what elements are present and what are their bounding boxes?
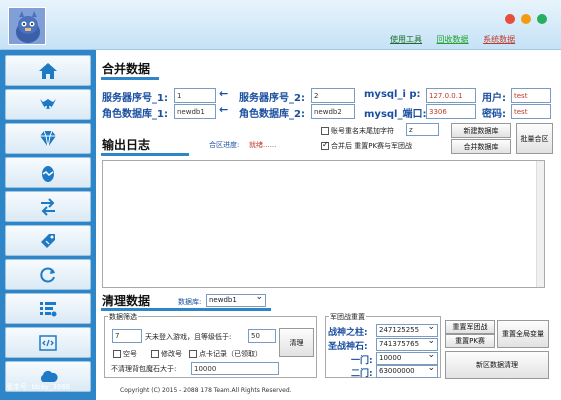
sidebar-item-diamond[interactable]	[5, 123, 91, 154]
top-links: 使用工具 回收数据 系统数据	[390, 34, 527, 45]
code-icon	[39, 334, 57, 351]
refresh-icon	[40, 267, 55, 282]
saint-value: 741375765	[379, 340, 420, 348]
suffix-input[interactable]	[406, 123, 439, 136]
sidebar-item-refresh[interactable]	[5, 259, 91, 290]
role-db-2-input[interactable]	[311, 104, 355, 119]
sidebar-item-code[interactable]	[5, 327, 91, 358]
reset-legion-button[interactable]: 重置军团战	[445, 320, 495, 334]
merge-db-button[interactable]: 合并数据库	[451, 139, 511, 154]
user-input[interactable]	[511, 88, 551, 103]
mysql-port-input[interactable]	[426, 104, 476, 119]
close-dot-icon[interactable]	[505, 14, 515, 24]
password-input[interactable]	[511, 104, 551, 119]
clean-button[interactable]: 清理	[279, 328, 314, 357]
gate2-select[interactable]: 63000000	[376, 363, 438, 378]
sidebar-item-transfer[interactable]	[5, 191, 91, 222]
reset-all-button[interactable]: 重置全局变量	[497, 320, 549, 348]
home-icon	[39, 62, 57, 79]
link-system[interactable]: 系统数据	[483, 35, 515, 44]
toggle-checkbox[interactable]	[151, 350, 159, 358]
gate2-label: 二门:	[351, 369, 373, 379]
mysql-port-label: mysql_端口:	[364, 109, 427, 120]
role-db-1-label: 角色数据库_1:	[102, 109, 168, 120]
server-no-2-input[interactable]	[311, 88, 355, 103]
role-db-2-label: 角色数据库_2:	[239, 109, 305, 120]
reset-pk-checkbox[interactable]	[321, 140, 329, 150]
egg-icon	[42, 165, 54, 182]
progress-label: 合区进度:	[209, 141, 240, 149]
empty-label: 空号	[123, 350, 137, 358]
mysql-ip-input[interactable]	[426, 88, 476, 103]
reset-pk-button[interactable]: 重置PK赛	[445, 334, 495, 348]
war-pillar-label: 战神之柱:	[328, 328, 368, 338]
war-pillar-value: 247125255	[379, 326, 420, 334]
log-section-title: 输出日志	[102, 138, 151, 152]
arrow-left-icon: ←	[219, 87, 229, 100]
log-title-underline	[101, 153, 189, 156]
new-db-button[interactable]: 新建数据库	[451, 123, 511, 138]
log-output[interactable]	[102, 160, 545, 288]
arrow-left-icon: ←	[219, 103, 229, 116]
minimize-dot-icon[interactable]	[521, 14, 531, 24]
tag-icon	[41, 233, 55, 248]
diamond-icon	[40, 130, 56, 147]
gate1-value: 10000	[379, 354, 402, 362]
link-recycle[interactable]: 回收数据	[437, 35, 469, 44]
batch-merge-button[interactable]: 批量合区	[516, 123, 553, 154]
sidebar-item-home[interactable]	[5, 55, 91, 86]
new-zone-clean-button[interactable]: 新区数据清理	[445, 351, 549, 379]
db-select-value: newdb1	[209, 296, 237, 304]
password-label: 密码:	[482, 109, 506, 120]
user-label: 用户:	[482, 93, 506, 104]
toggle-label: 修改号	[161, 350, 182, 358]
sidebar-item-list-settings[interactable]	[5, 293, 91, 324]
bag-input[interactable]	[191, 362, 279, 375]
sidebar-item-helmet[interactable]	[5, 89, 91, 120]
role-db-1-input[interactable]	[174, 104, 216, 119]
clean-section-title: 清理数据	[102, 294, 151, 308]
db-select[interactable]: newdb1	[206, 292, 266, 307]
progress-status: 就绪......	[249, 141, 277, 149]
version-label: 版本号: bbay_3666	[6, 383, 71, 391]
db-select-label: 数据库:	[178, 298, 202, 306]
account-suffix-checkbox[interactable]	[321, 127, 329, 135]
gate2-value: 63000000	[379, 367, 415, 375]
transfer-arrows-icon	[41, 197, 55, 216]
point-card-checkbox[interactable]	[189, 350, 197, 358]
title-bar: 使用工具 回收数据 系统数据	[0, 0, 561, 50]
filter-group-title: 数据筛选	[108, 312, 138, 322]
merge-section-title: 合并数据	[102, 62, 151, 76]
maximize-dot-icon[interactable]	[537, 14, 547, 24]
empty-checkbox[interactable]	[113, 350, 121, 358]
legion-group-title: 军团战重置	[329, 312, 366, 322]
level-input[interactable]	[248, 329, 276, 343]
reset-pk-label: 合并后 重置PK赛与军团战	[331, 142, 413, 150]
account-suffix-label: 账号重名末尾加字符	[331, 127, 394, 135]
clean-title-underline	[101, 308, 271, 311]
server-no-1-label: 服务器序号_1:	[102, 93, 168, 104]
point-card-label: 点卡记录（已领取）	[199, 350, 262, 358]
server-no-1-input[interactable]	[174, 88, 216, 103]
link-tools[interactable]: 使用工具	[390, 35, 422, 44]
days-text: 天未登入游戏，且等级低于:	[145, 333, 232, 341]
saint-label: 圣战神石:	[328, 342, 368, 352]
copyright: Copyright (C) 2015 - 2088 178 Team.All R…	[120, 387, 292, 394]
main-panel: 合并数据 服务器序号_1: ← 角色数据库_1: ← 服务器序号_2: 角色数据…	[96, 50, 561, 400]
gate1-label: 一门:	[351, 356, 373, 366]
mysql-ip-label: mysql_i p:	[364, 89, 421, 100]
sidebar-item-tag[interactable]	[5, 225, 91, 256]
merge-title-underline	[101, 77, 159, 80]
days-input[interactable]	[112, 329, 142, 343]
avatar	[8, 7, 46, 45]
list-settings-icon	[40, 301, 57, 316]
sidebar-item-egg[interactable]	[5, 157, 91, 188]
mascot-icon	[9, 8, 45, 44]
log-scrollbar[interactable]	[536, 161, 544, 287]
sidebar	[0, 50, 96, 400]
server-no-2-label: 服务器序号_2:	[239, 93, 305, 104]
bag-label: 不清理背包魔石大于:	[111, 365, 177, 373]
viking-helmet-icon	[40, 98, 56, 109]
